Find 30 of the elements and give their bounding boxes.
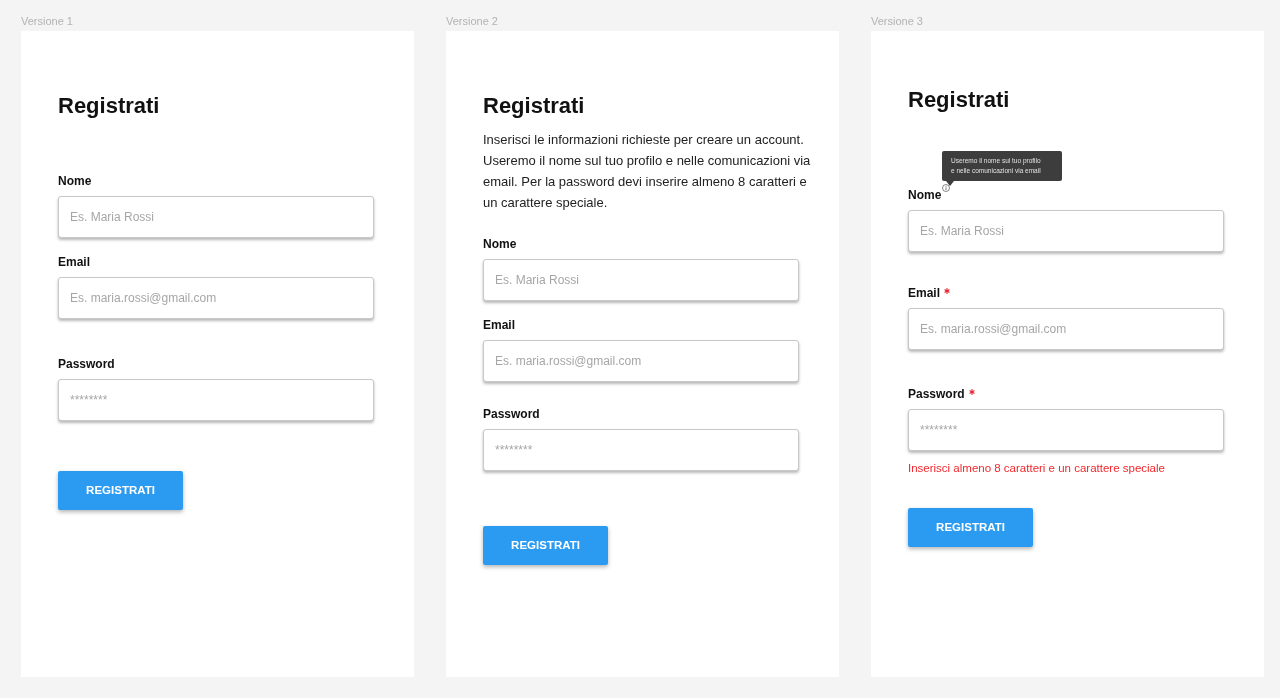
- input-field[interactable]: ********: [483, 429, 799, 471]
- version-label: Versione 1: [21, 14, 73, 28]
- field-label: Email: [908, 285, 940, 301]
- input-field[interactable]: Es. maria.rossi@gmail.com: [908, 308, 1224, 350]
- input-field[interactable]: Es. maria.rossi@gmail.com: [483, 340, 799, 382]
- field-label: Password: [483, 406, 540, 422]
- version-label: Versione 3: [871, 14, 923, 28]
- form-description: Inserisci le informazioni richieste per creare un account. Useremo il nome sul tuo profilo e nelle comunicazioni via email. Per la password devi inserire almeno 8 caratteri e un carattere speciale.: [483, 131, 812, 212]
- input-field[interactable]: ********: [908, 409, 1224, 451]
- register-button[interactable]: REGISTRATI: [483, 526, 608, 565]
- field-label: Nome: [483, 236, 517, 252]
- field-label: Password: [58, 356, 115, 372]
- field-label: Email: [58, 254, 90, 270]
- form-title: Registrati: [483, 92, 585, 120]
- form-title: Registrati: [908, 86, 1010, 114]
- register-button[interactable]: REGISTRATI: [58, 471, 183, 510]
- field-label: Nome: [58, 173, 92, 189]
- input-field[interactable]: Es. maria.rossi@gmail.com: [58, 277, 374, 319]
- input-field[interactable]: Es. Maria Rossi: [908, 210, 1224, 252]
- error-message: Inserisci almeno 8 caratteri e un carattere speciale: [908, 461, 1165, 476]
- register-button[interactable]: REGISTRATI: [908, 508, 1033, 547]
- input-field[interactable]: Es. Maria Rossi: [58, 196, 374, 238]
- input-field[interactable]: Es. Maria Rossi: [483, 259, 799, 301]
- info-icon[interactable]: [942, 184, 951, 192]
- version-label: Versione 2: [446, 14, 498, 28]
- input-field[interactable]: ********: [58, 379, 374, 421]
- form-title: Registrati: [58, 92, 160, 120]
- field-label: Nome: [908, 187, 942, 203]
- field-label: Email: [483, 317, 515, 333]
- field-label: Password: [908, 386, 965, 402]
